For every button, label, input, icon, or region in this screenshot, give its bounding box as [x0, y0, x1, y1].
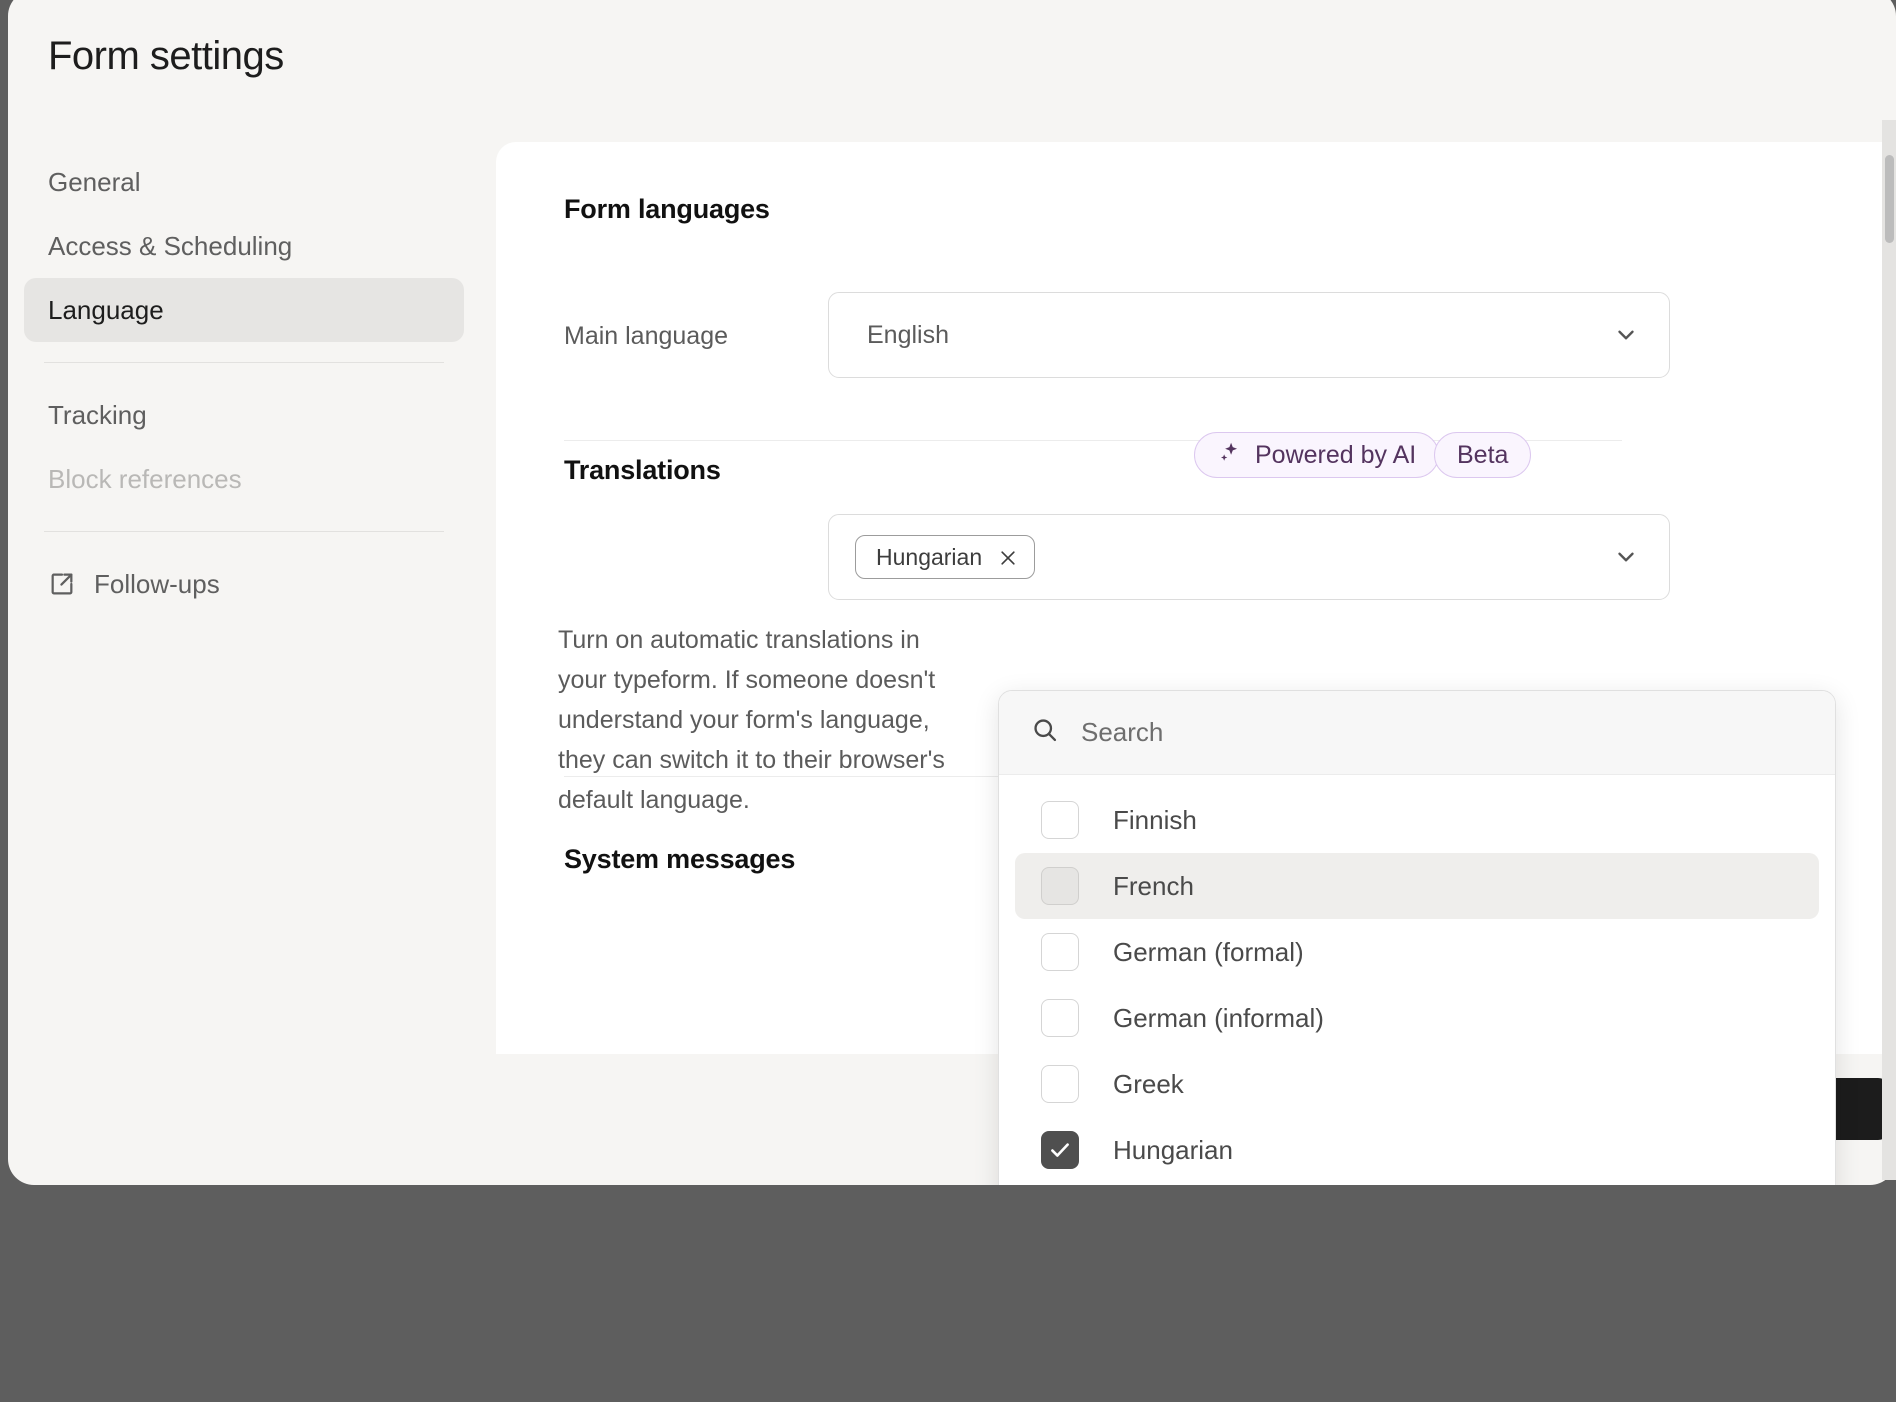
main-language-value: English: [867, 320, 949, 349]
dropdown-option-hungarian[interactable]: Hungarian: [1015, 1117, 1819, 1183]
main-language-label: Main language: [564, 322, 729, 350]
page-scrollbar-thumb[interactable]: [1885, 155, 1894, 243]
sidebar-item-label: Tracking: [48, 399, 147, 430]
checkbox[interactable]: [1041, 1065, 1079, 1103]
checkbox[interactable]: [1041, 867, 1079, 905]
settings-sidebar: General Access & Scheduling Language Tra…: [24, 150, 464, 616]
search-input[interactable]: Search: [1081, 717, 1163, 748]
chip-label: Hungarian: [876, 543, 983, 570]
dropdown-options-list: Finnish French German (formal) German (i…: [999, 775, 1835, 1185]
checkbox[interactable]: [1041, 999, 1079, 1037]
beta-label: Beta: [1457, 440, 1509, 469]
dropdown-option-german-formal[interactable]: German (formal): [1015, 919, 1819, 985]
system-messages-heading: System messages: [564, 844, 796, 874]
powered-by-ai-badge[interactable]: Powered by AI: [1194, 432, 1440, 478]
sidebar-item-label: Block references: [48, 463, 242, 494]
form-settings-modal: Form settings General Access & Schedulin…: [8, 0, 1896, 1185]
chevron-down-icon: [1613, 322, 1639, 348]
sidebar-item-language[interactable]: Language: [24, 278, 464, 342]
sidebar-item-block-references: Block references: [24, 447, 464, 511]
page-title: Form settings: [48, 34, 284, 78]
language-chip-hungarian: Hungarian: [855, 535, 1036, 579]
translations-heading: Translations: [564, 455, 721, 485]
checkbox[interactable]: [1041, 801, 1079, 839]
sidebar-item-access-scheduling[interactable]: Access & Scheduling: [24, 214, 464, 278]
option-label: Hungarian: [1113, 1134, 1233, 1165]
dropdown-option-finnish[interactable]: Finnish: [1015, 787, 1819, 853]
form-languages-heading: Form languages: [564, 194, 770, 224]
option-label: Greek: [1113, 1068, 1184, 1099]
sidebar-item-label: Language: [48, 294, 164, 325]
language-dropdown-panel: Search Finnish French German (formal) Ge…: [998, 690, 1836, 1185]
translations-description: Turn on automatic translations in your t…: [558, 626, 945, 814]
sidebar-item-label: Follow-ups: [94, 568, 220, 599]
sidebar-item-label: Access & Scheduling: [48, 230, 293, 261]
dropdown-option-french[interactable]: French: [1015, 853, 1819, 919]
main-language-select[interactable]: English: [828, 292, 1670, 378]
sidebar-divider-2: [44, 531, 444, 532]
dropdown-option-german-informal[interactable]: German (informal): [1015, 985, 1819, 1051]
sidebar-item-label: General: [48, 166, 141, 197]
page-scrollbar-track[interactable]: [1882, 120, 1896, 1180]
sidebar-divider-1: [44, 362, 444, 363]
sparkle-icon: [1217, 439, 1243, 472]
dropdown-option-greek[interactable]: Greek: [1015, 1051, 1819, 1117]
chevron-down-icon: [1613, 544, 1639, 570]
checkbox[interactable]: [1041, 933, 1079, 971]
external-link-icon: [48, 570, 76, 598]
option-label: German (formal): [1113, 936, 1304, 967]
beta-badge[interactable]: Beta: [1434, 432, 1532, 478]
translation-languages-select[interactable]: Hungarian: [828, 514, 1670, 600]
sidebar-item-general[interactable]: General: [24, 150, 464, 214]
close-icon[interactable]: [998, 547, 1018, 567]
option-label: Finnish: [1113, 804, 1197, 835]
dropdown-search-row[interactable]: Search: [999, 691, 1835, 775]
sidebar-item-follow-ups[interactable]: Follow-ups: [24, 552, 464, 616]
dropdown-option-italian[interactable]: Italian: [1015, 1183, 1819, 1185]
checkbox[interactable]: [1041, 1131, 1079, 1169]
search-icon: [1031, 716, 1059, 749]
sidebar-item-tracking[interactable]: Tracking: [24, 383, 464, 447]
option-label: French: [1113, 870, 1194, 901]
powered-by-ai-label: Powered by AI: [1255, 440, 1417, 469]
option-label: German (informal): [1113, 1002, 1324, 1033]
